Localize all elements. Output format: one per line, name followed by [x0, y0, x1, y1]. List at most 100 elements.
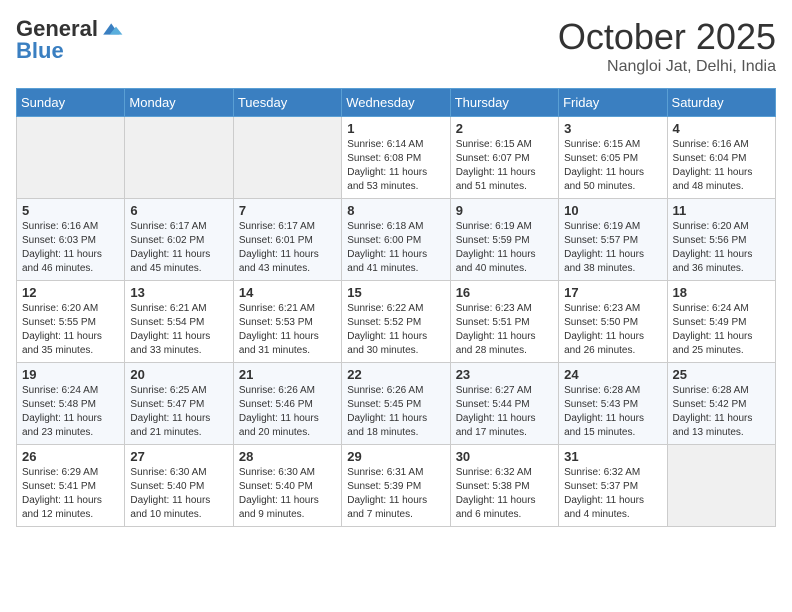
day-cell: 30Sunrise: 6:32 AM Sunset: 5:38 PM Dayli…: [450, 445, 558, 527]
day-cell: 2 Sunrise: 6:15 AM Sunset: 6:07 PM Daylig…: [450, 117, 558, 199]
day-cell: 20Sunrise: 6:25 AM Sunset: 5:47 PM Dayli…: [125, 363, 233, 445]
day-info: Sunrise: 6:30 AM Sunset: 5:40 PM Dayligh…: [239, 466, 336, 522]
day-number: 4: [673, 121, 770, 136]
day-number: 25: [673, 367, 770, 382]
day-cell: [125, 117, 233, 199]
day-number: 17: [564, 285, 661, 300]
day-cell: 27 Sunrise: 6:30 AM Sunset: 5:40 PM Dayli…: [125, 445, 233, 527]
calendar: SundayMondayTuesdayWednesdayThursdayFrid…: [16, 88, 776, 527]
day-cell: 5 Sunrise: 6:16 AM Sunset: 6:03 PM Daylig…: [17, 199, 125, 281]
day-info: Sunrise: 6:29 AM Sunset: 5:41 PM Dayligh…: [22, 466, 119, 522]
week-row-5: 26 Sunrise: 6:29 AM Sunset: 5:41 PM Dayli…: [17, 445, 776, 527]
day-info: Sunrise: 6:27 AM Sunset: 5:44 PM Dayligh…: [456, 384, 553, 440]
day-info: Sunrise: 6:28 AM Sunset: 5:43 PM Dayligh…: [564, 384, 661, 440]
logo-icon: [100, 19, 124, 39]
day-number: 9: [456, 203, 553, 218]
day-cell: 14Sunrise: 6:21 AM Sunset: 5:53 PM Dayli…: [233, 281, 341, 363]
day-info: Sunrise: 6:18 AM Sunset: 6:00 PM Dayligh…: [347, 220, 444, 276]
day-info: Sunrise: 6:19 AM Sunset: 5:57 PM Dayligh…: [564, 220, 661, 276]
location: Nangloi Jat, Delhi, India: [558, 58, 776, 76]
day-cell: 29Sunrise: 6:31 AM Sunset: 5:39 PM Dayli…: [342, 445, 450, 527]
day-number: 5: [22, 203, 119, 218]
day-info: Sunrise: 6:23 AM Sunset: 5:51 PM Dayligh…: [456, 302, 553, 358]
day-number: 24: [564, 367, 661, 382]
month-title: October 2025: [558, 16, 776, 58]
day-info: Sunrise: 6:14 AM Sunset: 6:08 PM Dayligh…: [347, 138, 444, 194]
day-info: Sunrise: 6:21 AM Sunset: 5:54 PM Dayligh…: [130, 302, 227, 358]
day-cell: 10 Sunrise: 6:19 AM Sunset: 5:57 PM Dayli…: [559, 199, 667, 281]
day-cell: 17 Sunrise: 6:23 AM Sunset: 5:50 PM Dayli…: [559, 281, 667, 363]
day-number: 26: [22, 449, 119, 464]
day-cell: 19 Sunrise: 6:24 AM Sunset: 5:48 PM Dayli…: [17, 363, 125, 445]
day-cell: 18 Sunrise: 6:24 AM Sunset: 5:49 PM Dayli…: [667, 281, 775, 363]
day-number: 3: [564, 121, 661, 136]
day-cell: 24 Sunrise: 6:28 AM Sunset: 5:43 PM Dayli…: [559, 363, 667, 445]
day-info: Sunrise: 6:26 AM Sunset: 5:45 PM Dayligh…: [347, 384, 444, 440]
day-cell: 3 Sunrise: 6:15 AM Sunset: 6:05 PM Daylig…: [559, 117, 667, 199]
title-block: October 2025 Nangloi Jat, Delhi, India: [558, 16, 776, 76]
weekday-header-wednesday: Wednesday: [342, 89, 450, 117]
day-info: Sunrise: 6:28 AM Sunset: 5:42 PM Dayligh…: [673, 384, 770, 440]
day-info: Sunrise: 6:23 AM Sunset: 5:50 PM Dayligh…: [564, 302, 661, 358]
day-info: Sunrise: 6:24 AM Sunset: 5:48 PM Dayligh…: [22, 384, 119, 440]
day-cell: 25 Sunrise: 6:28 AM Sunset: 5:42 PM Dayli…: [667, 363, 775, 445]
day-cell: 11 Sunrise: 6:20 AM Sunset: 5:56 PM Dayli…: [667, 199, 775, 281]
day-info: Sunrise: 6:16 AM Sunset: 6:03 PM Dayligh…: [22, 220, 119, 276]
day-number: 6: [130, 203, 227, 218]
day-cell: 6 Sunrise: 6:17 AM Sunset: 6:02 PM Daylig…: [125, 199, 233, 281]
day-number: 18: [673, 285, 770, 300]
day-info: Sunrise: 6:17 AM Sunset: 6:01 PM Dayligh…: [239, 220, 336, 276]
day-number: 31: [564, 449, 661, 464]
day-cell: 22 Sunrise: 6:26 AM Sunset: 5:45 PM Dayli…: [342, 363, 450, 445]
day-cell: 15 Sunrise: 6:22 AM Sunset: 5:52 PM Dayli…: [342, 281, 450, 363]
day-number: 11: [673, 203, 770, 218]
day-info: Sunrise: 6:19 AM Sunset: 5:59 PM Dayligh…: [456, 220, 553, 276]
day-number: 14: [239, 285, 336, 300]
day-number: 15: [347, 285, 444, 300]
weekday-header-saturday: Saturday: [667, 89, 775, 117]
day-number: 10: [564, 203, 661, 218]
day-number: 22: [347, 367, 444, 382]
week-row-1: 1 Sunrise: 6:14 AM Sunset: 6:08 PM Daylig…: [17, 117, 776, 199]
logo-blue-text: Blue: [16, 38, 64, 64]
day-number: 1: [347, 121, 444, 136]
page-header: General Blue October 2025 Nangloi Jat, D…: [16, 16, 776, 76]
day-number: 28: [239, 449, 336, 464]
day-cell: 16 Sunrise: 6:23 AM Sunset: 5:51 PM Dayli…: [450, 281, 558, 363]
day-info: Sunrise: 6:32 AM Sunset: 5:37 PM Dayligh…: [564, 466, 661, 522]
day-number: 27: [130, 449, 227, 464]
day-cell: 28 Sunrise: 6:30 AM Sunset: 5:40 PM Dayli…: [233, 445, 341, 527]
day-info: Sunrise: 6:16 AM Sunset: 6:04 PM Dayligh…: [673, 138, 770, 194]
day-cell: 23Sunrise: 6:27 AM Sunset: 5:44 PM Dayli…: [450, 363, 558, 445]
day-number: 21: [239, 367, 336, 382]
logo: General Blue: [16, 16, 124, 64]
day-info: Sunrise: 6:30 AM Sunset: 5:40 PM Dayligh…: [130, 466, 227, 522]
day-info: Sunrise: 6:15 AM Sunset: 6:07 PM Dayligh…: [456, 138, 553, 194]
day-number: 20: [130, 367, 227, 382]
day-info: Sunrise: 6:26 AM Sunset: 5:46 PM Dayligh…: [239, 384, 336, 440]
day-info: Sunrise: 6:20 AM Sunset: 5:56 PM Dayligh…: [673, 220, 770, 276]
day-cell: [17, 117, 125, 199]
day-number: 2: [456, 121, 553, 136]
day-cell: [667, 445, 775, 527]
day-info: Sunrise: 6:22 AM Sunset: 5:52 PM Dayligh…: [347, 302, 444, 358]
day-info: Sunrise: 6:24 AM Sunset: 5:49 PM Dayligh…: [673, 302, 770, 358]
day-number: 19: [22, 367, 119, 382]
weekday-header-monday: Monday: [125, 89, 233, 117]
day-number: 7: [239, 203, 336, 218]
day-number: 8: [347, 203, 444, 218]
day-cell: 7 Sunrise: 6:17 AM Sunset: 6:01 PM Daylig…: [233, 199, 341, 281]
day-cell: [233, 117, 341, 199]
day-cell: 26 Sunrise: 6:29 AM Sunset: 5:41 PM Dayli…: [17, 445, 125, 527]
day-number: 16: [456, 285, 553, 300]
weekday-header-row: SundayMondayTuesdayWednesdayThursdayFrid…: [17, 89, 776, 117]
weekday-header-tuesday: Tuesday: [233, 89, 341, 117]
day-info: Sunrise: 6:20 AM Sunset: 5:55 PM Dayligh…: [22, 302, 119, 358]
day-cell: 12Sunrise: 6:20 AM Sunset: 5:55 PM Dayli…: [17, 281, 125, 363]
week-row-4: 19 Sunrise: 6:24 AM Sunset: 5:48 PM Dayli…: [17, 363, 776, 445]
day-cell: 4 Sunrise: 6:16 AM Sunset: 6:04 PM Daylig…: [667, 117, 775, 199]
day-info: Sunrise: 6:17 AM Sunset: 6:02 PM Dayligh…: [130, 220, 227, 276]
day-cell: 21 Sunrise: 6:26 AM Sunset: 5:46 PM Dayli…: [233, 363, 341, 445]
day-number: 13: [130, 285, 227, 300]
day-info: Sunrise: 6:15 AM Sunset: 6:05 PM Dayligh…: [564, 138, 661, 194]
